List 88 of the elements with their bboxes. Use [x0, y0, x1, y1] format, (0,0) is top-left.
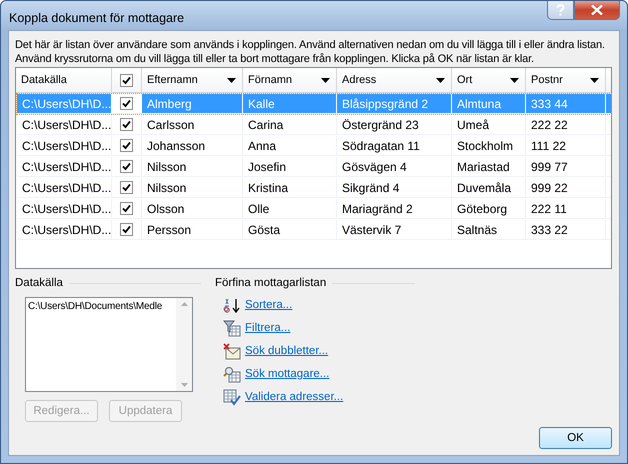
table-cell: Johansson	[147, 138, 206, 152]
checkbox[interactable]	[120, 202, 133, 215]
table-cell: Göteborg	[457, 202, 508, 216]
table-cell: 333 44	[531, 96, 568, 110]
table-cell: Blåsippsgränd 2	[342, 96, 428, 110]
table-row[interactable]: C:\Users\DH\D... Persson Gösta Västervik 7 Saltnäs 333 22	[17, 220, 611, 240]
group-label: Förfina mottagarlistan	[215, 277, 326, 289]
instruction-text: Använd kryssrutorna om du vill lägga till eller ta bort mottagare från kopplingen. Klicka på OK när listan är klar.	[15, 52, 535, 66]
table-cell: C:\Users\DH\D...	[22, 138, 111, 152]
checkbox[interactable]	[120, 74, 133, 86]
table-cell: Duvemåla	[457, 180, 512, 194]
table-cell: 999 77	[531, 160, 568, 174]
checkbox[interactable]	[120, 223, 133, 236]
table-cell: Persson	[147, 222, 192, 236]
group-label: Datakälla	[15, 277, 63, 289]
table-cell: C:\Users\DH\D...	[22, 96, 111, 110]
table-cell: 222 11	[531, 202, 567, 216]
link[interactable]: Filtrera...	[245, 322, 290, 334]
table-cell: Västervik 7	[342, 222, 402, 236]
dropdown-arrow-icon[interactable]	[590, 78, 599, 82]
table-cell: Gösvägen 4	[342, 160, 407, 174]
table-cell: Nilsson	[147, 160, 186, 174]
link[interactable]: Sortera...	[245, 299, 292, 311]
table-cell: Mariagränd 2	[342, 202, 413, 216]
table-cell: Kristina	[248, 180, 288, 194]
table-cell: Anna	[248, 138, 276, 152]
table-cell: Olsson	[147, 202, 184, 216]
dropdown-arrow-icon[interactable]	[227, 78, 236, 82]
data-source-list[interactable]: C:\Users\DH\Documents\Medle	[25, 297, 193, 392]
table-cell: C:\Users\DH\D...	[22, 180, 111, 194]
checkbox[interactable]	[120, 181, 133, 194]
table-cell: Josefin	[248, 160, 286, 174]
find-recipient-icon	[223, 366, 241, 382]
table-cell: C:\Users\DH\D...	[22, 160, 111, 174]
help-button[interactable]	[547, 1, 574, 20]
list-item[interactable]: C:\Users\DH\Documents\Medle	[28, 301, 174, 312]
table-row[interactable]: C:\Users\DH\D... Olsson Olle Mariagränd 2 Göteborg 222 11	[17, 199, 611, 219]
duplicates-icon	[223, 342, 241, 360]
checkbox[interactable]	[120, 160, 133, 173]
table-cell: 999 22	[531, 180, 568, 194]
link[interactable]: Sök mottagare...	[245, 368, 330, 380]
column-header[interactable]: Datakälla	[16, 68, 112, 92]
column-header[interactable]: Adress	[337, 68, 452, 92]
sort-icon	[223, 296, 241, 314]
table-row[interactable]: C:\Users\DH\D... Nilsson Kristina Sikgränd 4 Duvemåla 999 22	[17, 178, 611, 198]
table-cell: Almberg	[147, 96, 192, 110]
table-cell: Mariastad	[457, 160, 510, 174]
table-cell: C:\Users\DH\D...	[22, 118, 111, 132]
window-title: Koppla dokument för mottagare	[8, 10, 184, 24]
table-cell: Sikgränd 4	[342, 180, 400, 194]
table-cell: Saltnäs	[457, 222, 498, 236]
close-icon[interactable]	[591, 5, 603, 15]
filter-icon	[223, 320, 241, 336]
checkbox[interactable]	[120, 139, 133, 152]
table-cell: Almtuna	[457, 96, 502, 110]
column-header[interactable]: Förnamn	[243, 68, 337, 92]
table-cell: Östergränd 23	[342, 118, 419, 132]
dropdown-arrow-icon[interactable]	[510, 78, 519, 82]
table-cell: Södragatan 11	[342, 138, 420, 152]
column-header[interactable]: Postnr	[526, 68, 606, 92]
table-cell: Gösta	[248, 222, 280, 236]
column-header[interactable]: Efternamn	[142, 68, 243, 92]
table-cell: 333 22	[531, 222, 568, 236]
column-header[interactable]: Ort	[452, 68, 526, 92]
table-cell: C:\Users\DH\D...	[22, 222, 111, 236]
dropdown-arrow-icon[interactable]	[436, 78, 445, 82]
table-row[interactable]: C:\Users\DH\D... Nilsson Josefin Gösvägen 4 Mariastad 999 77	[17, 157, 611, 177]
table-cell: 222 22	[531, 118, 568, 132]
table-cell: Umeå	[457, 118, 490, 132]
table-cell: Carina	[248, 118, 284, 132]
table-cell: Kalle	[248, 96, 275, 110]
checkbox[interactable]	[120, 97, 133, 110]
checkbox[interactable]	[120, 118, 133, 131]
table-row[interactable]: C:\Users\DH\D... Carlsson Carina Östergränd 23 Umeå 222 22	[17, 115, 611, 135]
table-cell: Olle	[248, 202, 270, 216]
table-row[interactable]: C:\Users\DH\D... Johansson Anna Södragatan 11 Stockholm 111 22	[17, 136, 611, 156]
table-cell: 111 22	[531, 138, 566, 152]
instruction-text: Det här är listan över användare som används i kopplingen. Använd alternativen nedan om du vill lägga till i eller ändra listan.	[15, 38, 606, 52]
close-button[interactable]	[574, 1, 620, 20]
table-cell: Carlsson	[147, 118, 194, 132]
validate-icon	[223, 388, 241, 406]
dropdown-arrow-icon[interactable]	[321, 78, 330, 82]
link[interactable]: Sök dubbletter...	[245, 345, 328, 357]
table-cell: C:\Users\DH\D...	[22, 202, 111, 216]
link[interactable]: Validera adresser...	[245, 391, 344, 403]
table-cell: Stockholm	[457, 138, 514, 152]
ok-button[interactable]: OK	[539, 427, 612, 449]
table-cell: Nilsson	[147, 180, 186, 194]
